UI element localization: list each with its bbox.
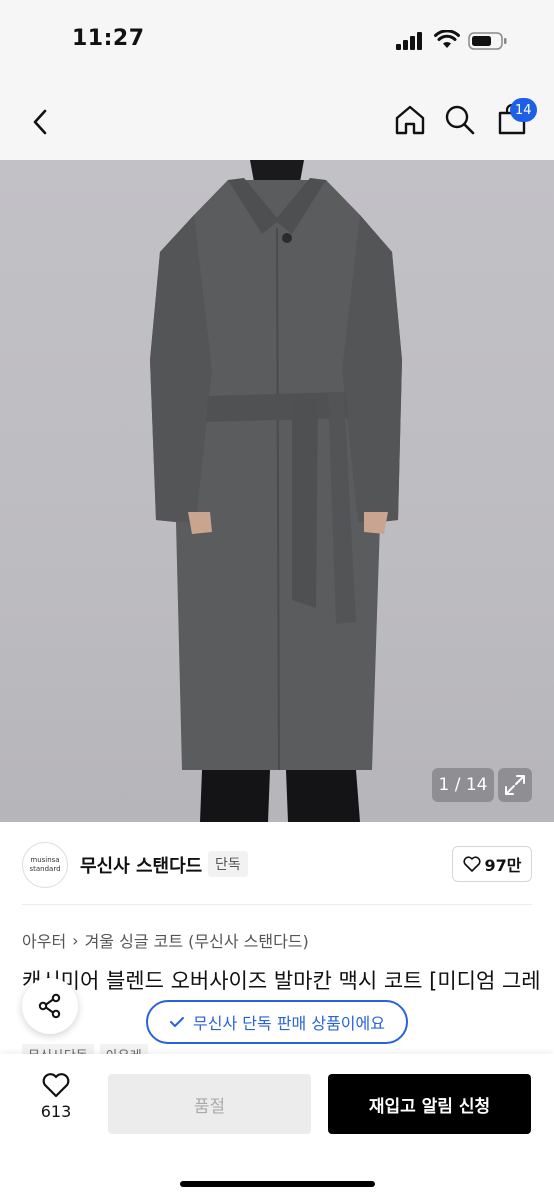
breadcrumb: 아우터 › 겨울 싱글 코트 (무신사 스탠다드) <box>22 928 309 952</box>
exclusive-sale-text: 무신사 단독 판매 상품이에요 <box>193 1014 385 1033</box>
restock-alert-button[interactable]: 재입고 알림 신청 <box>328 1074 531 1134</box>
product-image-gallery[interactable] <box>0 160 554 822</box>
brand-logo-text-line1: musinsa <box>30 856 60 864</box>
share-button[interactable] <box>22 978 78 1034</box>
brand-like-count: 97만 <box>484 856 522 875</box>
breadcrumb-subcategory[interactable]: 겨울 싱글 코트 (무신사 스탠다드) <box>85 928 309 952</box>
breadcrumb-category[interactable]: 아우터 <box>22 928 66 952</box>
divider <box>22 904 532 905</box>
brand-logo[interactable]: musinsa standard <box>22 842 68 888</box>
cellular-signal-icon <box>396 32 422 50</box>
check-icon <box>170 1017 185 1027</box>
cart-count-badge: 14 <box>510 98 537 122</box>
heart-outline-icon <box>42 1073 70 1098</box>
home-icon[interactable] <box>390 100 430 140</box>
brand-logo-text-line2: standard <box>29 865 61 873</box>
wifi-icon <box>434 30 460 48</box>
product-like-button[interactable]: 613 <box>30 1072 82 1132</box>
search-icon[interactable] <box>440 100 480 140</box>
image-counter: 1 / 14 <box>432 768 494 802</box>
breadcrumb-separator: › <box>72 930 79 950</box>
brand-like-button[interactable]: 97만 <box>452 846 532 882</box>
expand-icon[interactable] <box>498 768 532 802</box>
status-bar: 11:27 <box>0 0 554 86</box>
product-like-count: 613 <box>40 1102 72 1121</box>
soldout-button: 품절 <box>108 1074 311 1134</box>
exclusive-sale-pill: 무신사 단독 판매 상품이에요 <box>146 1000 408 1044</box>
top-nav-bar <box>0 86 554 160</box>
battery-icon <box>468 32 507 50</box>
share-icon <box>38 993 61 1019</box>
brand-name[interactable]: 무신사 스탠다드 <box>80 852 202 878</box>
exclusive-badge: 단독 <box>208 851 248 877</box>
heart-outline-icon <box>462 856 481 872</box>
product-photo-coat <box>150 160 402 822</box>
back-arrow-icon[interactable] <box>22 102 58 142</box>
status-time: 11:27 <box>72 26 145 51</box>
home-indicator <box>180 1181 375 1187</box>
